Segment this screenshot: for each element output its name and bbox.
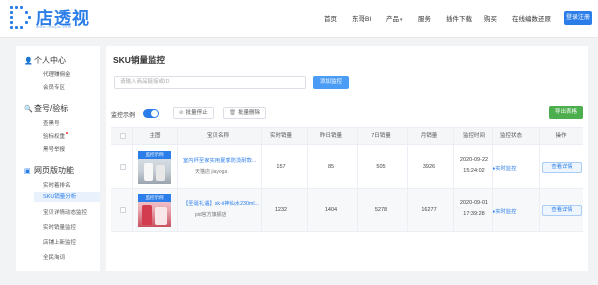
thumb-tag: 监控示例: [138, 194, 171, 202]
nav-services[interactable]: 服务: [418, 13, 431, 23]
column-divider: [539, 127, 540, 232]
nav-products[interactable]: 产品▾: [386, 13, 403, 23]
section-check[interactable]: 🔍查号/验标: [24, 103, 68, 114]
product-image[interactable]: 监控示例: [138, 194, 171, 227]
row-checkbox[interactable]: [120, 164, 126, 170]
nav-restore[interactable]: 在线编数还原: [512, 13, 551, 23]
status-badge: ●实时监控: [492, 209, 517, 215]
sidebar-item-check-account[interactable]: 查黑号: [43, 119, 60, 127]
table-header: 主图 宝贝名称 实时销量 昨日销量 7日销量 月销量 监控时间 监控状态 操作: [111, 127, 583, 145]
select-all-checkbox[interactable]: [120, 133, 126, 139]
sidebar-item-weight[interactable]: 验标权重: [43, 132, 69, 140]
col-realtime: 实时销量: [269, 133, 292, 139]
page-title: SKU销量监控: [113, 55, 165, 65]
col-7day: 7日销量: [371, 133, 391, 139]
web-icon: ▣: [24, 168, 31, 175]
shop-name: 天猫店 jiayoga: [195, 169, 228, 175]
example-toggle[interactable]: [143, 109, 159, 118]
top-navbar: 店透视 www.maijia.com 首页 东哥BI 产品▾ 服务 插件下载 购…: [0, 0, 598, 38]
col-yesterday: 昨日销量: [319, 133, 342, 139]
col-status: 监控状态: [499, 133, 522, 139]
section-check-title: 查号/验标: [34, 104, 69, 113]
seven-day-sales: 505: [376, 164, 386, 170]
monitor-date: 2020-09-01: [459, 200, 489, 206]
sidebar-item-keywords[interactable]: 全民淘词: [43, 253, 65, 261]
yesterday-sales: 85: [327, 164, 335, 170]
batch-stop-label: 批量停止: [185, 110, 208, 116]
thumb-tag: 监控示例: [138, 151, 171, 159]
sidebar-item-rank[interactable]: 实时着排名: [43, 181, 71, 189]
login-button[interactable]: 登录注册: [564, 11, 592, 25]
batch-delete-button[interactable]: 🗑 批量删除: [223, 107, 266, 119]
realtime-sales: 157: [276, 164, 286, 170]
toggle-label: 监控示例: [111, 113, 136, 119]
monthly-sales: 3926: [422, 164, 436, 170]
view-detail-button[interactable]: 查看详情: [542, 205, 582, 216]
batch-delete-label: 批量删除: [237, 110, 260, 116]
product-image[interactable]: 监控示例: [138, 151, 171, 184]
monitor-time: 15:24:02: [463, 168, 485, 174]
row-checkbox[interactable]: [120, 207, 126, 213]
product-name-link[interactable]: 【圣诞礼遇】sk-ii神仙水230ml...: [183, 199, 259, 207]
shop-name: pid官方旗舰店: [195, 212, 227, 218]
col-image: 主图: [149, 133, 161, 139]
column-divider: [177, 127, 178, 232]
stop-icon: ⊘: [179, 110, 184, 116]
column-divider: [261, 127, 262, 232]
monitor-time: 17:39:28: [463, 211, 485, 217]
trash-icon: 🗑: [229, 110, 236, 116]
col-action: 操作: [555, 133, 567, 139]
nav-products-label: 产品: [386, 16, 399, 23]
table-row: 监控示例 室内杯至家实用夏季防烫耐款... 天猫店 jiayoga 157 85…: [111, 146, 583, 189]
sidebar-item-sales-monitor[interactable]: 实时销量监控: [43, 223, 76, 231]
seven-day-sales: 5278: [374, 207, 388, 213]
nav-buy[interactable]: 购买: [484, 13, 497, 23]
add-monitor-button[interactable]: 添加监控: [313, 76, 349, 89]
realtime-sales: 1232: [274, 207, 288, 213]
view-detail-button[interactable]: 查看详情: [542, 162, 582, 173]
section-web-title: 网页版功能: [34, 166, 74, 175]
sidebar-item-report[interactable]: 黑号举报: [43, 145, 65, 153]
search-input[interactable]: 请输入商品链接或ID: [114, 76, 306, 89]
column-divider: [357, 127, 358, 232]
site-logo[interactable]: 店透视 www.maijia.com: [10, 4, 105, 32]
section-web[interactable]: ▣ 网页版功能: [24, 165, 74, 176]
col-name: 宝贝名称: [206, 133, 229, 139]
monthly-sales: 16277: [421, 207, 437, 213]
sidebar: 👤个人中心 代理赚佣金 会员专区 🔍查号/验标 查黑号 验标权重 黑号举报 ▣ 网…: [16, 46, 100, 271]
logo-dots-icon: [10, 6, 32, 29]
batch-stop-button[interactable]: ⊘ 批量停止: [173, 107, 214, 119]
user-icon: 👤: [24, 58, 33, 65]
column-divider: [492, 127, 493, 232]
sidebar-item-affiliate[interactable]: 代理赚佣金: [43, 70, 71, 78]
product-name-link[interactable]: 室内杯至家实用夏季防烫耐款...: [183, 156, 256, 164]
export-button[interactable]: 导出表格: [549, 106, 583, 119]
section-personal[interactable]: 👤个人中心: [24, 55, 66, 66]
section-personal-title: 个人中心: [34, 56, 66, 65]
new-dot-icon: [66, 132, 69, 134]
col-monthly: 月销量: [420, 133, 438, 139]
sidebar-item-weight-label: 验标权重: [43, 134, 66, 140]
table-row: 监控示例 【圣诞礼遇】sk-ii神仙水230ml... pid官方旗舰店 123…: [111, 189, 583, 232]
col-time: 监控时间: [462, 133, 485, 139]
search-icon: 🔍: [24, 106, 33, 113]
sidebar-item-sku[interactable]: SKU销量分析: [34, 192, 100, 202]
logo-subtext: www.maijia.com: [36, 24, 72, 29]
nav-home[interactable]: 首页: [324, 13, 337, 23]
column-divider: [407, 127, 408, 232]
main-panel: SKU销量监控 请输入商品链接或ID 添加监控 监控示例 ⊘ 批量停止 🗑 批量删除…: [106, 46, 588, 271]
nav-plugin[interactable]: 插件下载: [446, 13, 472, 23]
sidebar-item-vip[interactable]: 会员专区: [43, 83, 65, 91]
chevron-down-icon: ▾: [400, 17, 403, 23]
column-divider: [132, 127, 133, 232]
sidebar-item-detail-monitor[interactable]: 宝贝详情动态监控: [43, 208, 87, 216]
yesterday-sales: 1404: [324, 207, 338, 213]
column-divider: [453, 127, 454, 232]
nav-bi[interactable]: 东哥BI: [352, 13, 371, 23]
column-divider: [307, 127, 308, 232]
monitor-date: 2020-09-22: [459, 157, 489, 163]
status-badge: ●实时监控: [492, 166, 517, 172]
sidebar-item-new-monitor[interactable]: 店铺上新监控: [43, 238, 76, 246]
